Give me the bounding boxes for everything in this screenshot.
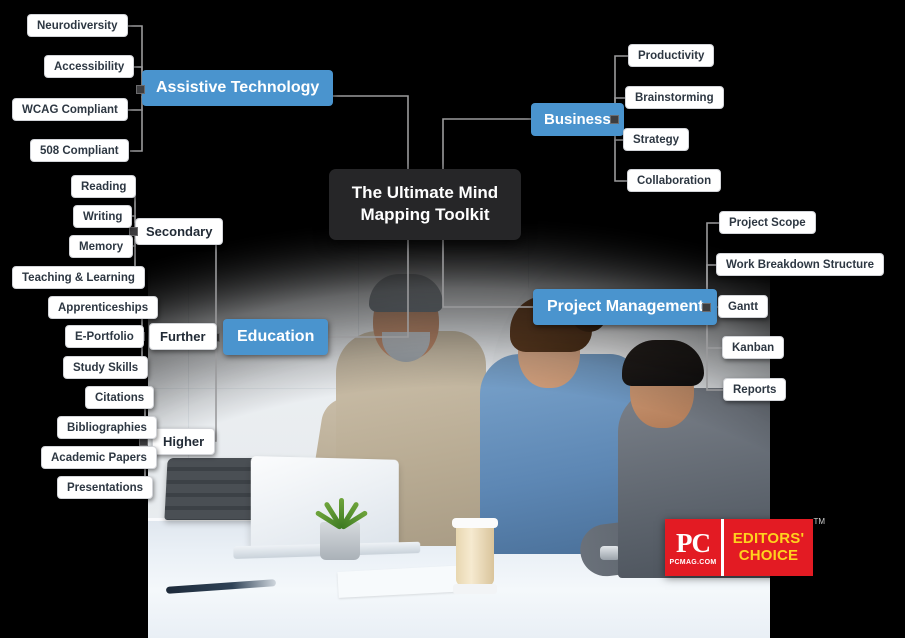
leaf-label: Writing xyxy=(83,210,123,223)
leaf-academic-papers[interactable]: Academic Papers xyxy=(41,446,157,469)
leaf-label: Collaboration xyxy=(637,174,712,187)
mind-map-canvas: The Ultimate Mind Mapping Toolkit Assist… xyxy=(0,0,905,638)
leaf-study-skills[interactable]: Study Skills xyxy=(63,356,149,379)
leaf-neurodiversity[interactable]: Neurodiversity xyxy=(27,14,128,37)
pcmag-wordmark: PC xyxy=(676,527,711,558)
leaf-teaching-and-learning[interactable]: Teaching & Learning xyxy=(12,266,145,289)
branch-project-management[interactable]: Project Management xyxy=(533,289,718,325)
award-line-2: CHOICE xyxy=(738,546,799,564)
trademark-symbol: TM xyxy=(813,517,825,526)
leaf-label: Work Breakdown Structure xyxy=(726,258,875,271)
leaf-accessibility[interactable]: Accessibility xyxy=(44,55,135,78)
leaf-project-scope[interactable]: Project Scope xyxy=(719,211,816,234)
leaf-reports[interactable]: Reports xyxy=(723,378,787,401)
leaf-kanban[interactable]: Kanban xyxy=(722,336,785,359)
leaf-wcag-compliant[interactable]: WCAG Compliant xyxy=(12,98,128,121)
leaf-citations[interactable]: Citations xyxy=(85,386,155,409)
photo-coffee-cup xyxy=(452,518,498,594)
leaf-brainstorming[interactable]: Brainstorming xyxy=(625,86,724,109)
leaf-label: Memory xyxy=(79,240,124,253)
leaf-gantt[interactable]: Gantt xyxy=(718,295,769,318)
leaf-work-breakdown-structure[interactable]: Work Breakdown Structure xyxy=(716,253,885,276)
leaf-label: WCAG Compliant xyxy=(22,103,118,116)
pcmag-logo: PC PCMAG.COM xyxy=(665,519,721,576)
leaf-label: Apprenticeships xyxy=(58,301,149,314)
pcmag-editors-choice-badge: PC PCMAG.COM EDITORS' CHOICE TM xyxy=(665,517,825,576)
subbranch-label: Further xyxy=(160,329,206,344)
photo-wristwatch xyxy=(600,546,620,560)
leaf-label: Reading xyxy=(81,180,127,193)
leaf-label: Academic Papers xyxy=(51,451,147,464)
leaf-label: 508 Compliant xyxy=(40,144,119,157)
editors-choice-award: EDITORS' CHOICE xyxy=(721,519,813,576)
branch-label: Education xyxy=(237,328,315,345)
branch-label: Project Management xyxy=(547,298,704,315)
pcmag-domain: PCMAG.COM xyxy=(669,558,717,566)
leaf-508-compliant[interactable]: 508 Compliant xyxy=(30,139,129,162)
subbranch-secondary[interactable]: Secondary xyxy=(135,218,224,245)
leaf-label: Neurodiversity xyxy=(37,19,118,32)
subbranch-higher[interactable]: Higher xyxy=(152,428,216,455)
collapse-marker-project-management[interactable] xyxy=(702,303,711,312)
leaf-bibliographies[interactable]: Bibliographies xyxy=(57,416,157,439)
leaf-e-portfolio[interactable]: E-Portfolio xyxy=(65,325,144,348)
leaf-label: E-Portfolio xyxy=(75,330,134,343)
leaf-label: Teaching & Learning xyxy=(22,271,135,284)
photo-plant xyxy=(314,486,369,531)
leaf-label: Citations xyxy=(95,391,145,404)
leaf-label: Bibliographies xyxy=(67,421,147,434)
leaf-writing[interactable]: Writing xyxy=(73,205,133,228)
leaf-label: Strategy xyxy=(633,133,680,146)
leaf-label: Project Scope xyxy=(729,216,806,229)
leaf-label: Gantt xyxy=(728,300,759,313)
central-topic-line-1: The Ultimate Mind xyxy=(351,183,499,202)
leaf-reading[interactable]: Reading xyxy=(71,175,137,198)
photo-person-three-hair xyxy=(622,340,704,386)
award-line-1: EDITORS' xyxy=(732,530,805,548)
leaf-strategy[interactable]: Strategy xyxy=(623,128,690,151)
leaf-label: Kanban xyxy=(732,341,775,354)
leaf-label: Brainstorming xyxy=(635,91,714,104)
subbranch-further[interactable]: Further xyxy=(149,323,217,350)
leaf-collaboration[interactable]: Collaboration xyxy=(627,169,722,192)
collapse-marker-business[interactable] xyxy=(610,115,619,124)
central-topic-node[interactable]: The Ultimate Mind Mapping Toolkit xyxy=(329,169,521,240)
subbranch-label: Higher xyxy=(163,434,205,449)
leaf-productivity[interactable]: Productivity xyxy=(628,44,715,67)
subbranch-label: Secondary xyxy=(146,224,213,239)
leaf-apprenticeships[interactable]: Apprenticeships xyxy=(48,296,159,319)
leaf-label: Productivity xyxy=(638,49,705,62)
leaf-label: Reports xyxy=(733,383,777,396)
leaf-presentations[interactable]: Presentations xyxy=(57,476,154,499)
collapse-marker-assistive-technology[interactable] xyxy=(136,85,145,94)
leaf-label: Accessibility xyxy=(54,60,125,73)
branch-education[interactable]: Education xyxy=(223,319,329,355)
branch-label: Assistive Technology xyxy=(156,79,320,96)
central-topic-line-2: Mapping Toolkit xyxy=(360,205,490,225)
leaf-label: Study Skills xyxy=(73,361,139,374)
leaf-label: Presentations xyxy=(67,481,144,494)
leaf-memory[interactable]: Memory xyxy=(69,235,134,258)
branch-assistive-technology[interactable]: Assistive Technology xyxy=(142,70,334,106)
branch-label: Business xyxy=(544,111,611,128)
